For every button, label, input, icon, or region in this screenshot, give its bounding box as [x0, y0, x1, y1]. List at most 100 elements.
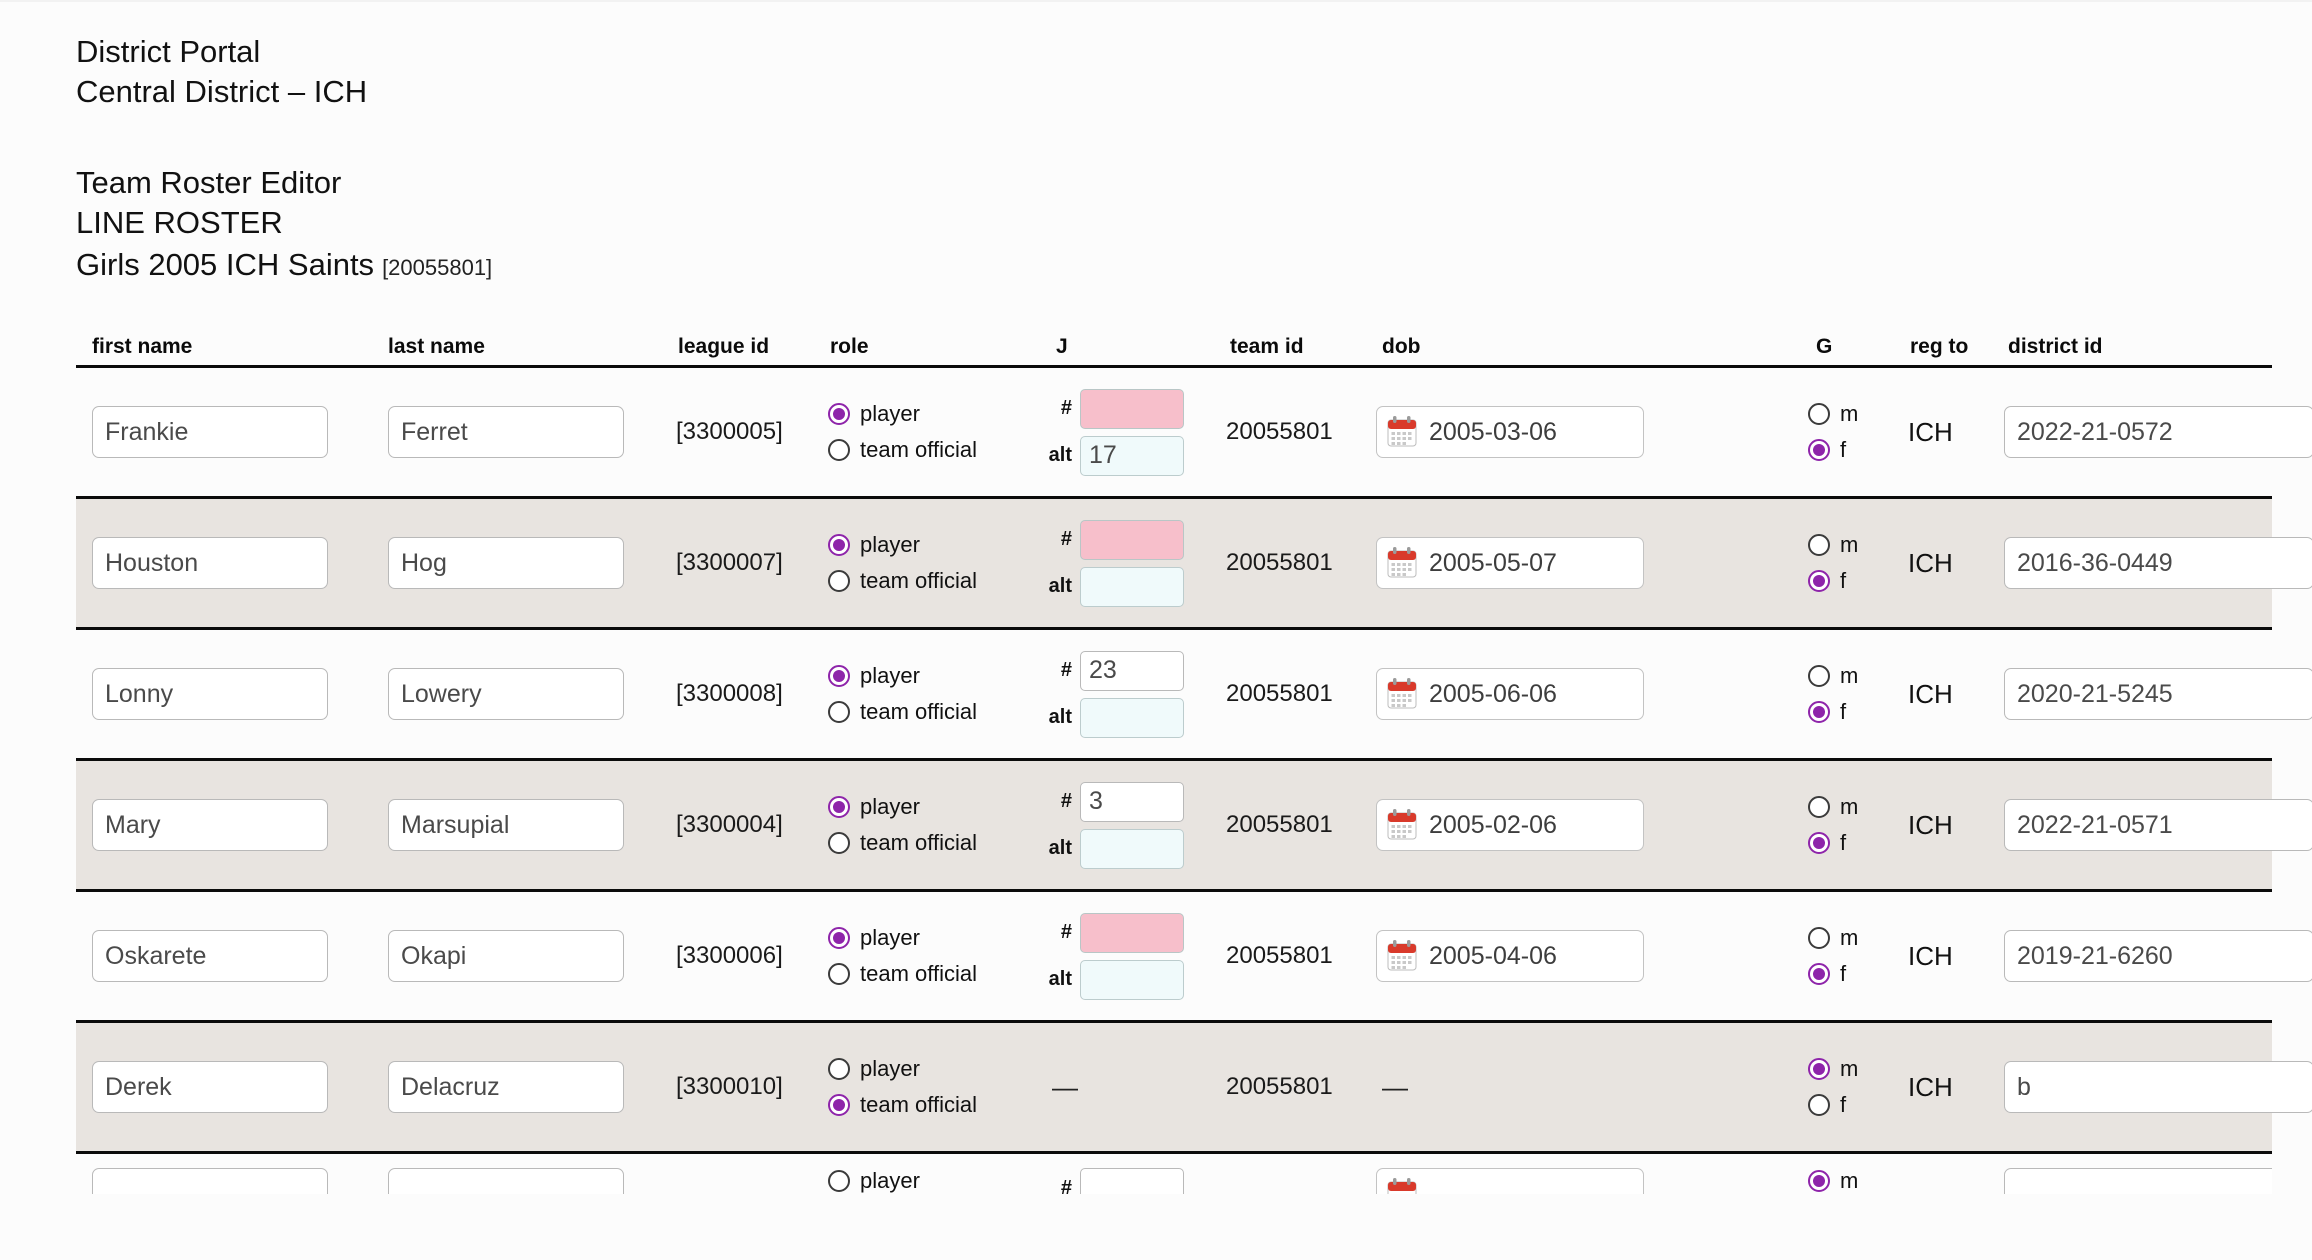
role-radio-team-official[interactable]: team official	[828, 568, 1046, 594]
role-radio-team-official[interactable]: team official	[828, 699, 1046, 725]
gender-radio-f[interactable]: f	[1808, 568, 1908, 594]
jersey-alt-input[interactable]	[1080, 697, 1184, 738]
jersey-alt-input[interactable]	[1080, 435, 1184, 476]
dob-picker[interactable]: 2005-03-06	[1376, 406, 1644, 459]
gender-radio-m[interactable]: m	[1808, 532, 1908, 558]
jersey-alt-input[interactable]	[1080, 959, 1184, 1000]
role-radio-player[interactable]: player	[828, 401, 1046, 427]
role-radio-team-official-dot[interactable]	[828, 963, 850, 986]
role-radio-team-official[interactable]: team official	[828, 1092, 1046, 1118]
district-id-input[interactable]	[2004, 406, 2312, 459]
gender-radio-f[interactable]: f	[1808, 961, 1908, 987]
role-radio-team-official-dot[interactable]	[828, 439, 850, 462]
last-name-input[interactable]	[388, 668, 624, 721]
role-radio-player-dot[interactable]	[828, 927, 850, 950]
team-name: Girls 2005 ICH Saints	[76, 246, 375, 282]
role-radio-player-label: player	[860, 925, 920, 951]
role-radio-player[interactable]: player	[828, 1168, 1046, 1194]
last-name-input[interactable]	[388, 1168, 624, 1195]
jersey-number-input[interactable]	[1080, 1168, 1184, 1195]
last-name-input[interactable]	[388, 537, 624, 590]
gender-radio-f-dot[interactable]	[1808, 570, 1830, 593]
league-id-value: [3300004]	[676, 811, 783, 839]
gender-radio-m-dot[interactable]	[1808, 403, 1830, 426]
jersey-number-input[interactable]	[1080, 519, 1184, 560]
gender-radio-m[interactable]: m	[1808, 663, 1908, 689]
first-name-input[interactable]	[92, 799, 328, 852]
gender-radio-m[interactable]: m	[1808, 1056, 1908, 1082]
district-id-input[interactable]	[2004, 668, 2312, 721]
last-name-input[interactable]	[388, 799, 624, 852]
dob-picker[interactable]: 2005-02-06	[1376, 799, 1644, 852]
gender-radio-m-label: m	[1840, 663, 1859, 689]
jersey-alt-input[interactable]	[1080, 566, 1184, 607]
gender-radio-m-dot[interactable]	[1808, 665, 1830, 688]
district-id-input[interactable]	[2004, 537, 2312, 590]
jersey-number-input[interactable]	[1080, 912, 1184, 953]
gender-radio-m-dot[interactable]	[1808, 927, 1830, 950]
district-id-input[interactable]	[2004, 1168, 2272, 1195]
district-id-input[interactable]	[2004, 930, 2312, 983]
role-radio-player-dot[interactable]	[828, 1170, 850, 1193]
role-radio-team-official[interactable]: team official	[828, 961, 1046, 987]
first-name-input[interactable]	[92, 930, 328, 983]
gender-radio-m[interactable]: m	[1808, 401, 1908, 427]
gender-radio-f-dot[interactable]	[1808, 1094, 1830, 1117]
first-name-input[interactable]	[92, 1061, 328, 1114]
role-radio-team-official-dot[interactable]	[828, 570, 850, 593]
role-radio-player-dot[interactable]	[828, 534, 850, 557]
role-radio-team-official[interactable]: team official	[828, 830, 1046, 856]
gender-radio-m[interactable]: m	[1808, 794, 1908, 820]
gender-radio-f[interactable]: f	[1808, 830, 1908, 856]
dob-picker[interactable]: 2005-04-06	[1376, 930, 1644, 983]
gender-radio-m-dot[interactable]	[1808, 1058, 1830, 1081]
last-name-input[interactable]	[388, 406, 624, 459]
role-radio-player[interactable]: player	[828, 532, 1046, 558]
last-name-input[interactable]	[388, 930, 624, 983]
gender-radio-f-dot[interactable]	[1808, 701, 1830, 724]
first-name-input[interactable]	[92, 1168, 328, 1195]
gender-radio-f[interactable]: f	[1808, 437, 1908, 463]
role-radio-team-official-dot[interactable]	[828, 701, 850, 724]
jersey-number-input[interactable]	[1080, 650, 1184, 691]
gender-radio-f-dot[interactable]	[1808, 963, 1830, 986]
gender-radio-m[interactable]: m	[1808, 925, 1908, 951]
gender-radio-f[interactable]: f	[1808, 1092, 1908, 1118]
dob-picker[interactable]	[1376, 1168, 1644, 1195]
role-radio-player-label: player	[860, 1168, 920, 1194]
role-radio-player-dot[interactable]	[828, 403, 850, 426]
jersey-number-label: #	[1060, 659, 1072, 682]
district-id-input[interactable]	[2004, 1061, 2312, 1114]
reg-to-value: ICH	[1908, 940, 1953, 971]
role-radio-player-dot[interactable]	[828, 1058, 850, 1081]
first-name-input[interactable]	[92, 668, 328, 721]
role-radio-player-dot[interactable]	[828, 665, 850, 688]
last-name-input[interactable]	[388, 1061, 624, 1114]
role-radio-team-official-dot[interactable]	[828, 1094, 850, 1117]
gender-radio-m-dot[interactable]	[1808, 1170, 1830, 1193]
jersey-number-input[interactable]	[1080, 781, 1184, 822]
first-name-input[interactable]	[92, 406, 328, 459]
gender-radio-m-dot[interactable]	[1808, 534, 1830, 557]
jersey-alt-input[interactable]	[1080, 828, 1184, 869]
gender-radio-f[interactable]: f	[1808, 699, 1908, 725]
role-radio-player[interactable]: player	[828, 794, 1046, 820]
role-radio-team-official-dot[interactable]	[828, 832, 850, 855]
role-radio-team-official[interactable]: team official	[828, 437, 1046, 463]
gender-radio-m[interactable]: m	[1808, 1168, 1908, 1194]
role-radio-player[interactable]: player	[828, 1056, 1046, 1082]
jersey-empty-dash: —	[1052, 1071, 1078, 1102]
first-name-input[interactable]	[92, 537, 328, 590]
role-radio-team-official-label: team official	[860, 437, 977, 463]
gender-radio-f-dot[interactable]	[1808, 439, 1830, 462]
jersey-number-input[interactable]	[1080, 388, 1184, 429]
dob-picker[interactable]: 2005-06-06	[1376, 668, 1644, 721]
dob-picker[interactable]: 2005-05-07	[1376, 537, 1644, 590]
district-id-input[interactable]	[2004, 799, 2312, 852]
role-radio-player-dot[interactable]	[828, 796, 850, 819]
gender-radio-f-dot[interactable]	[1808, 832, 1830, 855]
role-radio-player[interactable]: player	[828, 925, 1046, 951]
gender-radio-m-dot[interactable]	[1808, 796, 1830, 819]
team-id-value: 20055801	[1226, 942, 1333, 970]
role-radio-player[interactable]: player	[828, 663, 1046, 689]
